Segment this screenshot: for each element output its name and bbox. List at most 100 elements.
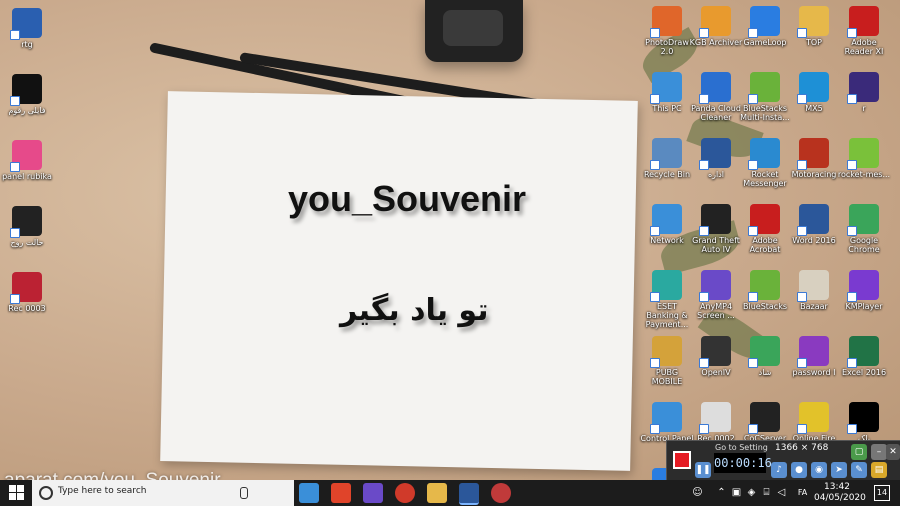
gta-iv-icon — [699, 204, 731, 236]
desktop-icon-bazaar[interactable]: Bazaar — [787, 270, 841, 311]
desktop-icon-online-fire[interactable]: Online Fire — [787, 402, 841, 443]
desktop-icon-panda-cloud[interactable]: Panda Cloud Cleaner — [689, 72, 743, 122]
desktop-icon-label: Grand Theft Auto IV — [692, 236, 740, 254]
mic-icon[interactable]: ● — [791, 462, 807, 478]
desktop-icon-bluestacks[interactable]: BlueStacks — [738, 270, 792, 311]
taskbar-app-screen-recorder-icon[interactable] — [363, 483, 383, 503]
recycle-bin-icon — [650, 138, 682, 170]
rec-0002-icon — [699, 402, 731, 434]
pen-icon[interactable]: ✎ — [851, 462, 867, 478]
language-indicator[interactable]: FA — [797, 487, 808, 498]
kgb-archiver-icon — [699, 6, 731, 38]
desktop-icon-password[interactable]: password I — [787, 336, 841, 377]
chevron-up-icon[interactable]: ⌃ — [716, 487, 727, 498]
pubg-mobile-icon — [650, 336, 682, 368]
gameloop-icon — [748, 6, 780, 38]
tray-app-icon-2[interactable]: ◈ — [746, 487, 757, 498]
desktop-icon-adobe-reader[interactable]: Adobe Reader XI — [837, 6, 891, 56]
taskbar-app-paint-icon[interactable] — [299, 483, 319, 503]
collapse-icon[interactable]: – — [871, 444, 887, 460]
desktop-icon-bluestacks-multi[interactable]: BlueStacks Multi-Insta... — [738, 72, 792, 122]
folder-icon[interactable]: ▤ — [871, 462, 887, 478]
search-input[interactable]: Type here to search — [32, 480, 294, 506]
desktop-icon-label: شاد — [758, 368, 772, 377]
ghost-app-icon — [10, 206, 42, 238]
desktop-icon-label: BlueStacks Multi-Insta... — [740, 104, 790, 122]
desktop-icon-recycle-bin[interactable]: Recycle Bin — [640, 138, 694, 179]
desktop-icon-pubg-mobile[interactable]: PUBG MOBILE — [640, 336, 694, 386]
desktop-icon-black-shortcut[interactable]: بلک — [837, 402, 891, 443]
network-icon[interactable]: ⌸ — [761, 487, 772, 498]
desktop-icon-label: AnyMP4 Screen ... — [697, 302, 735, 320]
desktop-icon-label: KGB Archiver — [689, 38, 743, 47]
windows-start-button[interactable] — [9, 485, 25, 501]
taskbar-file-explorer-icon[interactable] — [427, 483, 447, 503]
desktop-icon-ghost-app[interactable]: حالت روح — [0, 206, 54, 247]
desktop-icon-photodraw[interactable]: PhotoDraw 2.0 — [640, 6, 694, 56]
desktop-icon-gta-iv[interactable]: Grand Theft Auto IV — [689, 204, 743, 254]
search-icon — [39, 486, 53, 500]
desktop-icon-label: OpenIV — [701, 368, 731, 377]
taskbar-word-icon[interactable] — [459, 483, 479, 505]
clock-date[interactable]: 04/05/2020 — [814, 493, 866, 503]
desktop-icon-label: Rec 0003 — [8, 304, 46, 313]
desktop-icon-file-raqam[interactable]: فایلی رقوم — [0, 74, 54, 115]
file-raqam-icon — [10, 74, 42, 106]
minimize-icon[interactable]: ▢ — [851, 444, 867, 460]
notification-center-icon[interactable]: 14 — [874, 485, 890, 501]
overlay-persian-text: تو یاد بگیر — [340, 293, 489, 328]
microphone-icon[interactable] — [240, 487, 248, 499]
taskbar-app-media-icon[interactable] — [491, 483, 511, 503]
tray-app-icon[interactable]: ▣ — [731, 487, 742, 498]
desktop-icon-word-doc[interactable]: اداره — [689, 138, 743, 179]
anymp4-icon — [699, 270, 731, 302]
desktop-icon-google-chrome[interactable]: Google Chrome — [837, 204, 891, 254]
desktop-icon-adobe-acrobat[interactable]: Adobe Acrobat — [738, 204, 792, 254]
close-icon[interactable]: ✕ — [886, 444, 900, 460]
desktop-icon-word-2016[interactable]: Word 2016 — [787, 204, 841, 245]
taskbar-app-p-icon[interactable] — [331, 483, 351, 503]
desktop-icon-rtg[interactable]: rtg — [0, 8, 54, 49]
pause-icon[interactable]: ❚❚ — [695, 462, 711, 478]
desktop-icon-this-pc[interactable]: This PC — [640, 72, 694, 113]
desktop-icon-anymp4[interactable]: AnyMP4 Screen ... — [689, 270, 743, 320]
cursor-icon[interactable]: ➤ — [831, 462, 847, 478]
stop-record-button[interactable] — [673, 451, 691, 469]
recorder-setting-label[interactable]: Go to Setting — [715, 443, 768, 452]
desktop-icon-label: KMPlayer — [845, 302, 883, 311]
desktop-icon-gameloop[interactable]: GameLoop — [738, 6, 792, 47]
desktop-icon-label: حالت روح — [10, 238, 44, 247]
desktop-icon-label: Rocket Messenger — [743, 170, 787, 188]
desktop-icon-panel-rubika[interactable]: panel rubika — [0, 140, 54, 181]
desktop-icon-label: فایلی رقوم — [8, 106, 46, 115]
desktop-icon-top-folder[interactable]: TOP — [787, 6, 841, 47]
people-icon[interactable]: ☺ — [692, 487, 703, 498]
desktop-icon-rocket-mes[interactable]: rocket-mes... — [837, 138, 891, 179]
speaker-icon[interactable]: ♪ — [771, 462, 787, 478]
desktop-icon-r-shortcut[interactable]: r — [837, 72, 891, 113]
desktop-icon-kmplayer[interactable]: KMPlayer — [837, 270, 891, 311]
online-fire-icon — [797, 402, 829, 434]
desktop-icon-eset-banking[interactable]: ESET Banking & Payment... — [640, 270, 694, 329]
panda-cloud-icon — [699, 72, 731, 104]
desktop-icon-excel-2016[interactable]: Excel 2016 — [837, 336, 891, 377]
desktop-icon-motoracing[interactable]: Motoracing — [787, 138, 841, 179]
bazaar-icon — [797, 270, 829, 302]
desktop-icon-kgb-archiver[interactable]: KGB Archiver — [689, 6, 743, 47]
desktop-icon-network[interactable]: Network — [640, 204, 694, 245]
taskbar-app-record-icon[interactable] — [395, 483, 415, 503]
paper-sheet — [160, 91, 638, 471]
desktop-icon-shad[interactable]: شاد — [738, 336, 792, 377]
screen-recorder-widget[interactable]: Go to Setting 1366 × 768 00:00:16 ❚❚ ♪ ●… — [666, 440, 900, 480]
volume-icon[interactable]: ◁ — [776, 487, 787, 498]
desktop-icon-rec-0002[interactable]: Rec 0002 — [689, 402, 743, 443]
desktop-icon-rec-0003[interactable]: Rec 0003 — [0, 272, 54, 313]
clock-time[interactable]: 13:42 — [814, 482, 860, 492]
desktop-icon-label: Motoracing — [791, 170, 837, 179]
desktop-icon-mx5[interactable]: MX5 — [787, 72, 841, 113]
desktop-icon-openiv[interactable]: OpenIV — [689, 336, 743, 377]
desktop-icon-label: Recycle Bin — [643, 170, 691, 179]
desktop-icon-rocket-messenger[interactable]: Rocket Messenger — [738, 138, 792, 188]
webcam-icon[interactable]: ◉ — [811, 462, 827, 478]
desktop-icon-control-panel[interactable]: Control Panel — [640, 402, 694, 443]
